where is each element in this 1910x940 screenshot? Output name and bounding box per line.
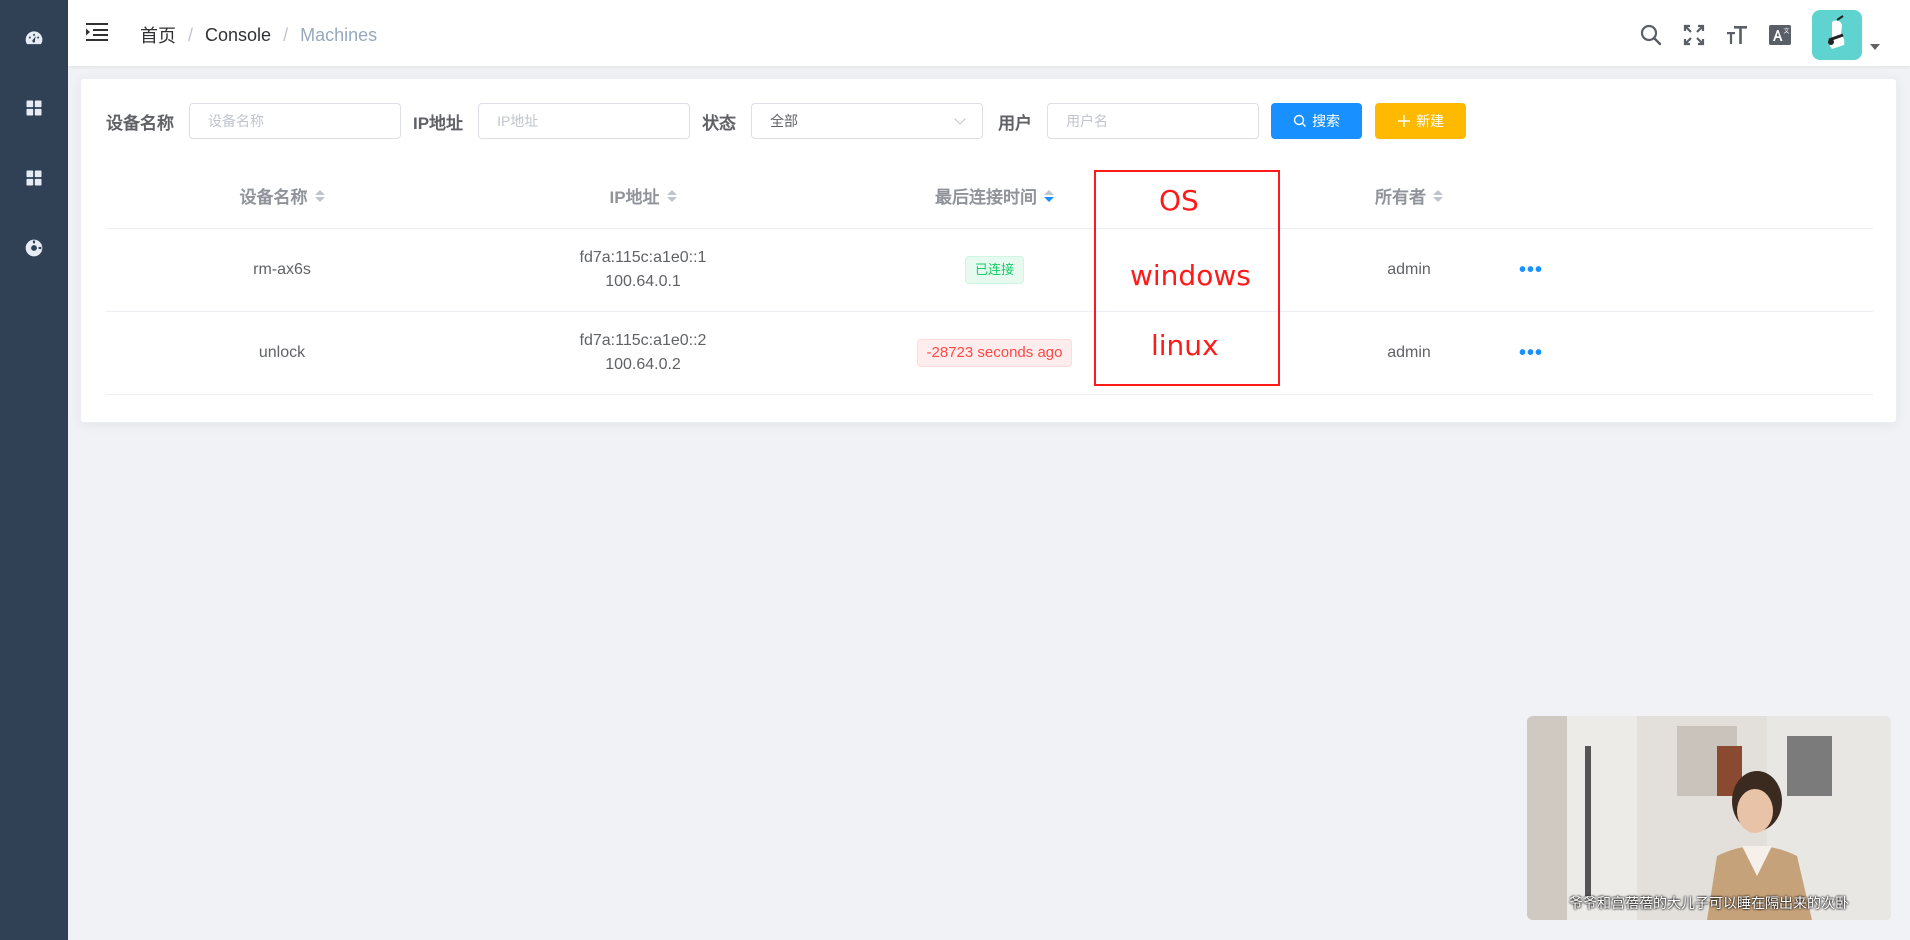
breadcrumb-machines: Machines: [300, 24, 378, 45]
new-button[interactable]: 新建: [1375, 103, 1467, 139]
status-select[interactable]: 全部: [751, 103, 984, 139]
column-header-owner[interactable]: 所有者: [1337, 163, 1481, 228]
font-size-icon[interactable]: [1723, 21, 1751, 49]
table-header: 设备名称 IP地址 最后连接时间 所有者: [106, 163, 1873, 229]
search-button-label: 搜索: [1312, 113, 1341, 129]
table-row: unlock fd7a:115c:a1e0::2 100.64.0.2 -287…: [106, 312, 1873, 395]
column-header-label: 所有者: [1375, 188, 1426, 207]
column-header-label: IP地址: [609, 188, 660, 207]
machine-name: unlock: [258, 344, 306, 361]
plus-icon: [1398, 115, 1411, 127]
sidebar: [0, 0, 68, 940]
grid-icon[interactable]: [22, 96, 46, 120]
column-header-label: 最后连接时间: [935, 188, 1037, 207]
annotation-os-linux: linux: [1151, 329, 1219, 362]
status-label: 状态: [702, 113, 737, 133]
column-header-ip[interactable]: IP地址: [458, 163, 828, 228]
search-icon[interactable]: [1637, 21, 1665, 49]
annotation-os-windows: windows: [1130, 259, 1251, 292]
ipv6-address: fd7a:115c:a1e0::2: [579, 332, 707, 349]
status-select-value: 全部: [770, 113, 799, 129]
machines-table: 设备名称 IP地址 最后连接时间 所有者 rm-ax6s fd7a:115c:a…: [106, 163, 1873, 395]
device-name-input[interactable]: [189, 103, 401, 139]
machines-panel: 设备名称 IP地址 状态 全部 用户 搜索 新建 设备名称 IP地址: [80, 78, 1897, 423]
dashboard-icon[interactable]: [22, 26, 46, 50]
machine-ip: fd7a:115c:a1e0::1 100.64.0.1: [458, 229, 828, 311]
column-header-name[interactable]: 设备名称: [106, 163, 458, 228]
owner: admin: [1387, 261, 1431, 278]
sort-icon[interactable]: [666, 189, 677, 202]
video-subtitle: 爷爷和宫蓓蓓的大儿子可以睡在隔出来的次卧: [1569, 895, 1849, 911]
ipv4-address: 100.64.0.1: [605, 273, 681, 290]
translate-icon[interactable]: 文: [1766, 21, 1794, 49]
new-button-label: 新建: [1416, 113, 1445, 129]
sort-icon[interactable]: [1044, 189, 1054, 202]
settings-icon[interactable]: [22, 236, 46, 260]
status-badge: -28723 seconds ago: [916, 339, 1073, 367]
column-header-label: 设备名称: [239, 188, 308, 207]
chevron-down-icon[interactable]: [1870, 44, 1880, 50]
user-label: 用户: [998, 113, 1033, 133]
ip-input[interactable]: [478, 103, 691, 139]
owner: admin: [1387, 344, 1431, 361]
search-form: 设备名称 IP地址 状态 全部 用户 搜索 新建: [106, 103, 1467, 139]
table-row: rm-ax6s fd7a:115c:a1e0::1 100.64.0.1 已连接…: [106, 229, 1873, 312]
top-navbar: 首页 / Console / Machines 文: [68, 0, 1910, 66]
more-actions-cell: •••: [1481, 229, 1581, 311]
more-icon[interactable]: •••: [1519, 343, 1543, 363]
ipv4-address: 100.64.0.2: [605, 356, 681, 373]
breadcrumb-home[interactable]: 首页: [140, 22, 176, 48]
more-icon[interactable]: •••: [1519, 260, 1543, 280]
sort-icon[interactable]: [1433, 189, 1443, 202]
header-actions: 文: [1622, 10, 1880, 60]
video-frame: [1527, 716, 1891, 920]
breadcrumb-console[interactable]: Console: [205, 25, 271, 46]
fullscreen-icon[interactable]: [1680, 21, 1708, 49]
grid-icon[interactable]: [22, 166, 46, 190]
svg-text:文: 文: [1784, 27, 1790, 35]
ipv6-address: fd7a:115c:a1e0::1: [579, 249, 707, 266]
annotation-os-header: OS: [1159, 184, 1199, 217]
avatar[interactable]: [1812, 10, 1862, 60]
machine-ip: fd7a:115c:a1e0::2 100.64.0.2: [458, 312, 828, 394]
user-input[interactable]: [1047, 103, 1260, 139]
search-button[interactable]: 搜索: [1271, 103, 1363, 139]
status-badge: 已连接: [964, 256, 1024, 284]
machine-name: rm-ax6s: [253, 261, 311, 278]
device-name-label: 设备名称: [106, 113, 174, 133]
breadcrumb: 首页 / Console / Machines: [140, 22, 377, 48]
chevron-down-icon: [954, 113, 966, 125]
ip-label: IP地址: [413, 113, 464, 133]
sort-icon[interactable]: [314, 189, 325, 202]
hamburger-icon[interactable]: [86, 22, 110, 42]
breadcrumb-separator: /: [188, 24, 194, 45]
search-icon: [1293, 114, 1307, 127]
more-actions-cell: •••: [1481, 312, 1581, 394]
breadcrumb-separator: /: [283, 24, 289, 45]
floating-video-player[interactable]: 爷爷和宫蓓蓓的大儿子可以睡在隔出来的次卧: [1527, 716, 1891, 920]
